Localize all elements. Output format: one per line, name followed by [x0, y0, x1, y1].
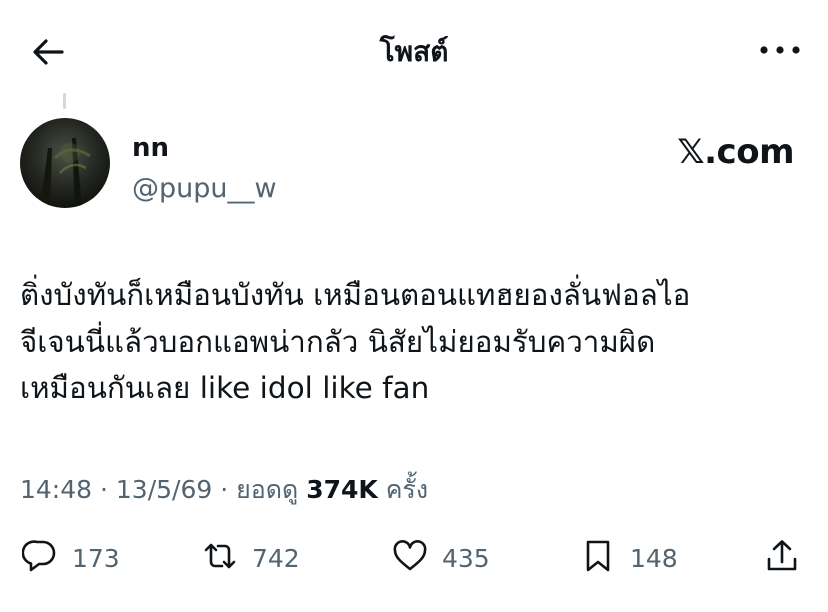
x-logo-watermark: 𝕏.com — [677, 132, 794, 172]
like-count: 435 — [442, 543, 490, 573]
views-label: ยอดดู — [236, 475, 307, 504]
share-icon — [764, 538, 800, 578]
post-text-line: ติ่งบังทันก็เหมือนบังทัน เหมือนตอนแทฮยอง… — [20, 278, 691, 312]
post-meta: 14:48 · 13/5/69 · ยอดดู 374K ครั้ง — [20, 470, 428, 510]
bookmark-icon — [580, 538, 616, 578]
reply-button[interactable]: 173 — [21, 530, 120, 586]
top-bar: โพสต์ — [0, 0, 828, 100]
like-button[interactable]: 435 — [392, 530, 490, 586]
post-text-line: จีเจนนี่แล้วบอกแอพน่ากลัว นิสัยไม่ยอมรับ… — [20, 324, 656, 359]
repost-button[interactable]: 742 — [202, 530, 300, 586]
post-time[interactable]: 14:48 — [20, 475, 92, 504]
page-title: โพสต์ — [379, 35, 449, 68]
reply-icon — [21, 538, 58, 578]
heart-icon — [392, 538, 428, 578]
separator: · — [92, 475, 116, 504]
post-date[interactable]: 13/5/69 — [116, 475, 212, 504]
avatar[interactable] — [20, 118, 110, 208]
bookmark-button[interactable]: 148 — [580, 530, 678, 586]
views-count: 374K — [306, 475, 378, 504]
repost-count: 742 — [252, 543, 300, 573]
more-horizontal-icon[interactable] — [758, 32, 802, 68]
share-button[interactable] — [764, 530, 800, 586]
post-text-line: เหมือนกันเลย like idol like fan — [20, 371, 430, 405]
repost-icon — [202, 538, 238, 578]
views-suffix: ครั้ง — [377, 475, 429, 504]
action-bar: 173 742 435 148 — [0, 530, 828, 586]
reply-count: 173 — [72, 543, 120, 573]
post-text: ติ่งบังทันก็เหมือนบังทัน เหมือนตอนแทฮยอง… — [20, 272, 810, 412]
author-name[interactable]: nn — [132, 133, 169, 163]
author-handle[interactable]: @pupu__w — [132, 173, 277, 204]
bookmark-count: 148 — [630, 543, 678, 573]
separator: · — [212, 475, 237, 504]
thread-connector-line — [63, 93, 66, 109]
